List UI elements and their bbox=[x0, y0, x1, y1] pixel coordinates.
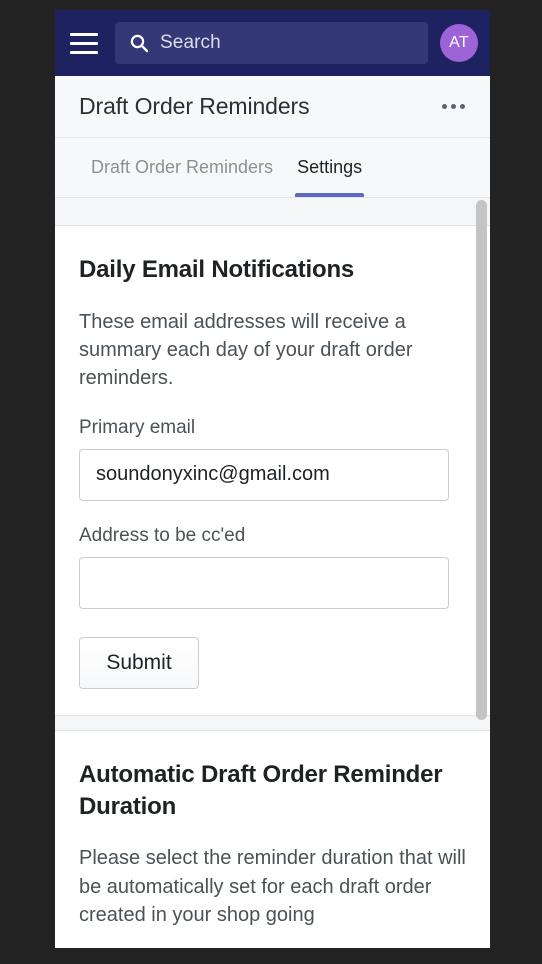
cc-address-input[interactable] bbox=[79, 556, 449, 609]
tab-bar: Draft Order Reminders Settings bbox=[55, 138, 490, 198]
tab-settings[interactable]: Settings bbox=[285, 138, 374, 197]
hamburger-bar bbox=[70, 41, 98, 45]
card-description: Please select the reminder duration that… bbox=[79, 847, 466, 926]
kebab-dot bbox=[441, 104, 447, 109]
screen-frame: Search AT Draft Order Reminders Draft Or… bbox=[0, 0, 542, 964]
page-header: Draft Order Reminders bbox=[55, 76, 490, 138]
top-navigation-bar: Search AT bbox=[55, 10, 490, 76]
app-viewport: Search AT Draft Order Reminders Draft Or… bbox=[55, 10, 490, 948]
kebab-dot bbox=[450, 104, 456, 109]
search-placeholder-text: Search bbox=[160, 32, 221, 53]
content-scrollbar[interactable] bbox=[476, 198, 487, 948]
card-title: Daily Email Notifications bbox=[79, 256, 355, 283]
hamburger-bar bbox=[70, 50, 98, 54]
page-title: Draft Order Reminders bbox=[79, 93, 310, 119]
field-label: Primary email bbox=[79, 416, 196, 438]
card-automatic-reminder-duration: Automatic Draft Order Reminder Duration … bbox=[55, 729, 490, 948]
tab-draft-order-reminders[interactable]: Draft Order Reminders bbox=[79, 138, 285, 197]
avatar[interactable]: AT bbox=[440, 24, 478, 62]
card-description: These email addresses will receive a sum… bbox=[79, 310, 413, 390]
field-label: Address to be cc'ed bbox=[79, 524, 246, 546]
tab-label: Draft Order Reminders bbox=[91, 157, 274, 177]
scrollbar-thumb[interactable] bbox=[476, 200, 487, 720]
card-daily-email-notifications: Daily Email Notifications These email ad… bbox=[55, 225, 490, 716]
field-primary-email: Primary email bbox=[79, 417, 466, 501]
search-icon bbox=[130, 34, 149, 53]
hamburger-menu-icon[interactable] bbox=[65, 24, 103, 62]
submit-button[interactable]: Submit bbox=[79, 636, 199, 689]
ellipsis-horizontal-icon[interactable] bbox=[436, 93, 470, 121]
avatar-initials: AT bbox=[449, 34, 469, 51]
card-title: Automatic Draft Order Reminder Duration bbox=[79, 760, 443, 820]
kebab-dot bbox=[459, 104, 465, 109]
hamburger-bar bbox=[70, 32, 98, 36]
settings-content-area: Daily Email Notifications These email ad… bbox=[55, 198, 490, 948]
tab-label: Settings bbox=[297, 157, 363, 177]
primary-email-input[interactable] bbox=[79, 448, 449, 501]
search-input[interactable]: Search bbox=[115, 22, 428, 64]
field-cc-address: Address to be cc'ed bbox=[79, 525, 466, 609]
